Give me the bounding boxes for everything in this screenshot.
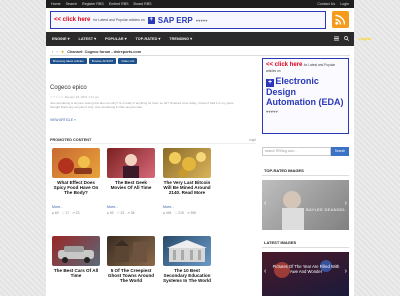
topbar-link-register[interactable]: Register RBS (82, 1, 104, 7)
promoted-header: PROMOTED CONTENT mgid (50, 137, 256, 144)
channel-ticker: ‹ › ★ Channel: Cogeco forum - dslreports… (50, 48, 350, 56)
chevron-right-icon[interactable]: › (56, 49, 57, 54)
plus-icon: + (266, 78, 274, 87)
banner-erp-text: SAP ERP (157, 15, 193, 25)
view-article-link[interactable]: VIEW ARTICLE » (50, 118, 76, 122)
card-stats: ● 69 ♡ 17 ⇗ 23 (52, 211, 80, 215)
banner-small-text: for Latest and Popular articles on (93, 18, 145, 22)
card-title[interactable]: 5 Of The Creepiest Ghost Towns Around Th… (107, 268, 155, 284)
rss-icon[interactable] (332, 11, 349, 28)
card-title[interactable]: The Best Cars Of All Time (52, 268, 100, 278)
card-image[interactable] (52, 236, 100, 266)
article-text: Just wondering is anyone seeing this als… (50, 101, 234, 109)
topbar-link-search[interactable]: Search (66, 1, 77, 7)
browse-buttons: Browsing latest articles Browse All 9007… (50, 58, 138, 64)
nav-item-engine[interactable]: ENGINE ▾ (52, 32, 70, 46)
top-rated-title: TOP-RATED IMAGES (264, 168, 304, 173)
language-link[interactable]: english (359, 32, 372, 46)
browse-all-button[interactable]: Browse All 9007 (88, 58, 117, 64)
sidebar-search: search RSSing.com... Search (262, 147, 349, 156)
card-stats: ● 494 ♡ 219 ⇗ 395 (163, 211, 196, 215)
plus-icon: + (147, 16, 155, 24)
card-stats: ● 60 ♡ 23 ⇗ 38 (107, 211, 135, 215)
chevron-left-icon[interactable]: ‹ (264, 200, 266, 207)
latest-images-header: LATEST IMAGES (262, 240, 349, 248)
main-nav: ENGINE ▾ LATEST ▾ POPULAR ▾ TOP-RATED ▾ … (46, 32, 372, 46)
card-footer: More... ● 60 ♡ 23 ⇗ 38 (107, 205, 155, 217)
article-title[interactable]: Cogeco epico (50, 85, 87, 91)
top-rated-image[interactable]: BAYLEE DEANGEL ‹ › (262, 180, 349, 230)
promoted-card[interactable]: The Best Geek Movies Of All Time (107, 148, 155, 190)
card-image[interactable] (163, 148, 211, 178)
menu-icon[interactable] (334, 36, 339, 41)
card-title[interactable]: What Effect Does Spicy Food Have On The … (52, 180, 100, 196)
search-button[interactable]: Search (331, 147, 349, 156)
chevron-right-icon[interactable]: › (345, 200, 347, 207)
promoted-title: PROMOTED CONTENT (50, 138, 92, 142)
promoted-card[interactable]: The Best Cars Of All Time (52, 236, 100, 278)
sidebar-eda-ad[interactable]: << click here for Latest and Popular art… (262, 58, 349, 134)
card-more-link[interactable]: More... (163, 205, 174, 209)
promoted-card[interactable]: What Effect Does Spicy Food Have On The … (52, 148, 100, 196)
card-title[interactable]: The Best Geek Movies Of All Time (107, 180, 155, 190)
nav-item-latest[interactable]: LATEST ▾ (79, 32, 96, 46)
ad-label[interactable]: mgid (249, 138, 256, 142)
card-footer: More... ● 494 ♡ 219 ⇗ 395 (163, 205, 211, 217)
topbar-link-embed[interactable]: Embed RBS (109, 1, 129, 7)
topbar-link-login[interactable]: Login (340, 1, 349, 7)
card-image[interactable] (163, 236, 211, 266)
header-banner[interactable]: << click here for Latest and Popular art… (50, 11, 326, 29)
search-input[interactable]: search RSSing.com... (262, 147, 331, 156)
search-icon[interactable] (344, 36, 349, 41)
nav-item-top-rated[interactable]: TOP-RATED ▾ (136, 32, 161, 46)
topbar-link-home[interactable]: Home (51, 1, 61, 7)
nav-item-trending[interactable]: TRENDING ▾ (169, 32, 192, 46)
sidebar-ad-big-text: Electronic Design Automation (EDA) (266, 76, 344, 107)
chevron-left-icon[interactable]: ‹ (52, 49, 53, 54)
banner-click-here[interactable]: << click here (54, 17, 90, 23)
nav-item-popular[interactable]: POPULAR ▾ (105, 32, 127, 46)
card-footer: More... ● 69 ♡ 17 ⇗ 23 (52, 205, 100, 217)
promoted-card[interactable]: The 10 Best Secondary Education Systems … (163, 236, 211, 284)
top-rated-caption: BAYLEE DEANGEL (306, 207, 346, 212)
browse-latest-button[interactable]: Browsing latest articles (50, 58, 87, 64)
topbar-link-board[interactable]: Board RBS (134, 1, 152, 7)
card-more-link[interactable]: More... (107, 205, 118, 209)
promoted-card[interactable]: The Very Last Bitcoin Will Be Mined Arou… (163, 148, 211, 196)
video-list-button[interactable]: Video List (118, 58, 138, 64)
card-image[interactable] (52, 148, 100, 178)
card-image[interactable] (107, 148, 155, 178)
topbar-link-contact[interactable]: Contact Us (317, 1, 335, 7)
sidebar-ad-hearts: ♥♥♥♥♥ (266, 108, 278, 114)
card-title[interactable]: The 10 Best Secondary Education Systems … (163, 268, 211, 284)
article-meta: ☆☆☆☆☆ January 29, 2021 1:11 pm (50, 95, 99, 99)
card-image[interactable] (107, 236, 155, 266)
sidebar-ad-click-here[interactable]: << click here (266, 62, 302, 68)
promoted-card[interactable]: 5 Of The Creepiest Ghost Towns Around Th… (107, 236, 155, 284)
card-more-link[interactable]: More... (52, 205, 63, 209)
card-title[interactable]: The Very Last Bitcoin Will Be Mined Arou… (163, 180, 211, 196)
top-rated-header: TOP-RATED IMAGES (262, 168, 349, 176)
star-icon: ★ (60, 49, 65, 54)
banner-hearts: ♥♥♥♥♥ (195, 17, 208, 23)
latest-image[interactable]: Pictures Of The Year Are Filled With Awe… (262, 252, 349, 296)
latest-image-caption[interactable]: Pictures Of The Year Are Filled With Awe… (270, 264, 342, 274)
chevron-left-icon[interactable]: ‹ (264, 268, 266, 275)
latest-images-title: LATEST IMAGES (264, 240, 297, 245)
top-bar: Home Search Register RBS Embed RBS Board… (46, 0, 354, 8)
chevron-right-icon[interactable]: › (345, 268, 347, 275)
channel-title[interactable]: Channel: Cogeco forum - dslreports.com (67, 50, 141, 54)
